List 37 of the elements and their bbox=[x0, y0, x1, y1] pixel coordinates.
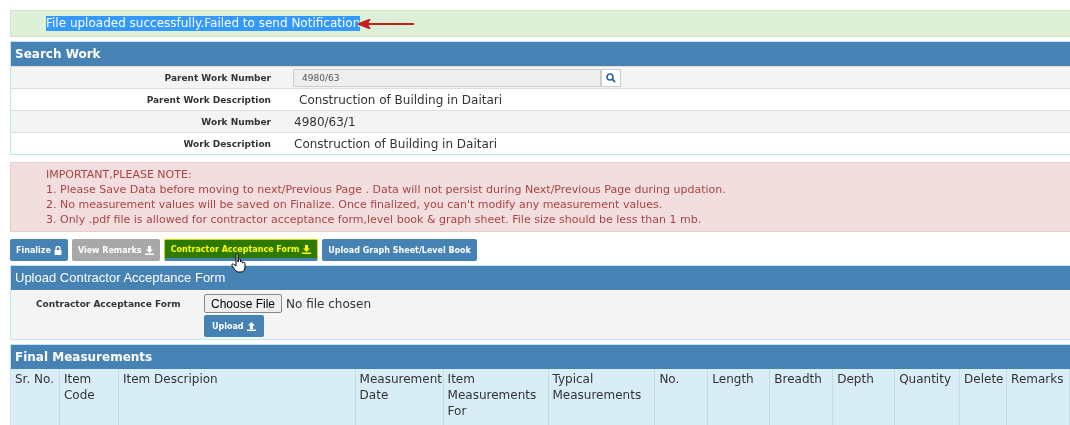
column-header: Remarks bbox=[1007, 369, 1070, 425]
column-header: Item Measurements For bbox=[443, 369, 549, 425]
field-label: Work Number bbox=[200, 116, 271, 127]
column-header: Sr. No. bbox=[11, 369, 60, 425]
field-value: Construction of Building in Daitari bbox=[299, 92, 503, 107]
panel-title: Upload Contractor Acceptance Form bbox=[11, 266, 1070, 290]
column-header: No. bbox=[655, 369, 709, 425]
field-label: Work Description bbox=[182, 138, 271, 149]
column-header: Length bbox=[708, 369, 771, 425]
notice-text: 1. Please Save Data before moving to next/Previous Page . Data will not persist during Next/Previous Page during updation. bbox=[46, 182, 727, 197]
notice-text: 3. Only .pdf file is allowed for contractor acceptance form,level book & graph sheet. File size should be less than 1 mb. bbox=[46, 212, 703, 227]
column-header: Delete bbox=[960, 369, 1008, 425]
column-header: Quantity bbox=[895, 369, 961, 425]
column-header: Typical Measurements bbox=[548, 369, 656, 425]
upload-button[interactable]: Upload bbox=[204, 315, 264, 337]
choose-file-button[interactable]: Choose File bbox=[204, 294, 283, 313]
notice-text: 2. No measurement values will be saved on Finalize. Once finalized, you can't modify any measurement values. bbox=[46, 197, 664, 212]
input-field[interactable]: 4980/63 bbox=[293, 68, 601, 87]
panel-title: Search Work bbox=[11, 42, 1070, 66]
action-button[interactable]: Upload Graph Sheet/Level Book bbox=[322, 239, 477, 261]
field-label: Contractor Acceptance Form bbox=[36, 298, 182, 311]
field-label: Parent Work Number bbox=[163, 72, 271, 83]
field-label: Parent Work Description bbox=[145, 94, 271, 105]
file-status: No file chosen bbox=[286, 296, 372, 311]
column-header: Breadth bbox=[770, 369, 834, 425]
action-button[interactable]: Finalize bbox=[10, 239, 68, 261]
field-value: 4980/63/1 bbox=[294, 114, 356, 129]
action-button[interactable]: View Remarks bbox=[71, 239, 160, 261]
field-value: Construction of Building in Daitari bbox=[294, 136, 498, 151]
panel-title: Final Measurements bbox=[11, 345, 1070, 369]
notice-title: IMPORTANT,PLEASE NOTE: bbox=[46, 167, 193, 182]
action-button[interactable]: Contractor Acceptance Form bbox=[163, 239, 319, 261]
success-message: File uploaded successfully.Failed to send Notification bbox=[46, 16, 361, 31]
column-header: Item Code bbox=[59, 369, 119, 425]
column-header: Measurement Date bbox=[355, 369, 444, 425]
column-header: Depth bbox=[833, 369, 896, 425]
column-header: Item Descripion bbox=[118, 369, 356, 425]
